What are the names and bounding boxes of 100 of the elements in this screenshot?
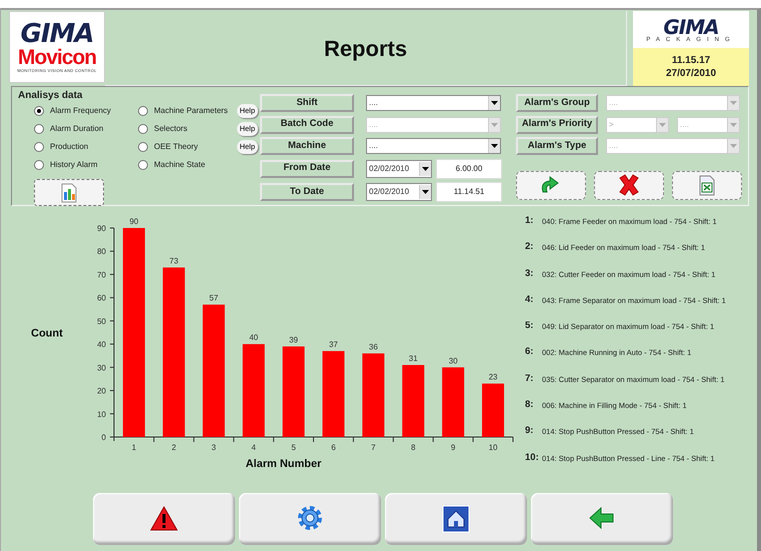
legend-number: 8: [525,398,534,412]
axis-tick-label: 10 [488,443,498,452]
radio-label[interactable]: OEE Theory [154,141,198,153]
axis-tick-label: 0 [102,433,106,442]
filter-label: Alarm's Priority [516,116,598,134]
close-icon [617,174,641,196]
radio-label[interactable]: Alarm Frequency [50,105,111,117]
data-label: 23 [488,372,498,382]
radio-button[interactable] [34,124,44,134]
data-label: 90 [130,217,138,226]
caret-icon [491,101,498,105]
legend-number: 7: [525,372,534,386]
axis-tick-label: 30 [97,363,106,372]
data-label: 57 [209,294,218,303]
home-icon [442,505,470,533]
chart-document-icon [60,182,78,202]
legend-number: 4: [525,292,534,307]
export-button[interactable] [672,170,742,200]
dropdown-value: .... [369,140,378,152]
axis-tick-label: 1 [132,443,136,452]
refresh-button[interactable] [516,170,586,200]
dropdown-value: .... [680,118,689,130]
date-picker[interactable]: 02/02/2010 [366,183,432,201]
dropdown-value: .... [609,140,618,152]
axis-tick-label: 3 [212,443,216,452]
axis-tick-label: 20 [97,386,106,396]
delete-button[interactable] [594,170,664,200]
home-button[interactable] [385,493,527,545]
dropdown-field[interactable]: .... [366,95,501,111]
bar [482,384,504,437]
radio-label[interactable]: Production [50,141,88,153]
logo-text: GIMA [20,20,94,46]
axis-tick-label: 90 [97,224,106,233]
axis-tick-label: 70 [97,270,106,280]
date-picker[interactable]: 02/02/2010 [366,160,432,178]
radio-button[interactable] [34,160,44,170]
axis-tick-label: 40 [97,340,106,350]
caret-icon [491,144,498,148]
legend-number: 6: [525,345,534,360]
axis-title: Count [31,328,63,340]
data-label: 39 [289,335,298,344]
radio-label[interactable]: Alarm Duration [50,123,104,135]
legend-number: 10: [525,450,539,465]
axis-tick-label: 5 [291,443,296,452]
page-title: Reports [324,34,408,63]
section-title: Analisys data [18,89,84,102]
radio-button[interactable] [34,142,44,152]
time-text: 11.15.17 [672,55,710,68]
warning-icon [150,505,178,533]
bar [402,365,424,437]
caret-icon [730,122,737,126]
axis-tick-label: 8 [411,443,416,452]
settings-button[interactable] [239,493,381,545]
axis-tick-label: 50 [97,316,106,326]
caret-icon [730,144,737,148]
data-label: 73 [169,256,178,266]
filter-label: Alarm's Type [516,137,598,155]
axis-tick-label: 60 [97,294,106,303]
legend-number: 9: [525,424,534,438]
data-label: 31 [408,354,418,363]
radio-button[interactable] [138,160,148,170]
axis-tick-label: 9 [450,443,456,452]
date-value: 02/02/2010 [369,162,410,174]
time-field[interactable]: 6.00.00 [436,158,502,178]
caret-icon [730,101,737,105]
axis-tick-label: 10 [97,410,106,419]
axis-tick-label: 6 [331,443,336,452]
legend-number: 2: [525,240,534,254]
data-label: 37 [329,340,338,350]
caret-icon [422,190,429,194]
date-value: 02/02/2010 [369,186,410,198]
radio-label[interactable]: Selectors [154,123,188,135]
axis-tick-label: 80 [97,247,106,256]
radio-button[interactable] [34,106,44,116]
legend-number: 3: [525,266,534,281]
radio-button[interactable] [138,142,148,152]
data-label: 40 [249,333,258,342]
dropdown-value: .... [369,118,378,130]
date-text: 27/07/2010 [666,68,716,80]
dropdown-value: .... [369,97,378,109]
logo-text: GIMA [663,16,719,36]
radio-label[interactable]: Machine State [154,159,206,171]
dropdown-value: .... [609,97,618,109]
radio-label[interactable]: History Alarm [50,159,98,171]
radio-label[interactable]: Machine Parameters [154,105,228,117]
alarms-button[interactable] [93,493,235,545]
caret-icon [422,166,429,170]
filter-label: Machine [260,137,354,155]
filter-label: Batch Code [260,116,354,134]
filter-label: Alarm's Group [516,94,598,112]
radio-button[interactable] [138,124,148,134]
radio-button[interactable] [138,106,148,116]
data-label: 36 [368,342,378,352]
bar [442,367,464,437]
axis-tick-label: 2 [172,443,176,452]
chart-button[interactable] [34,179,104,206]
dropdown-field[interactable]: .... [366,138,501,154]
time-field[interactable]: 11.14.51 [436,182,502,202]
logo-text: Movicon [18,46,96,68]
caret-icon [491,122,498,126]
